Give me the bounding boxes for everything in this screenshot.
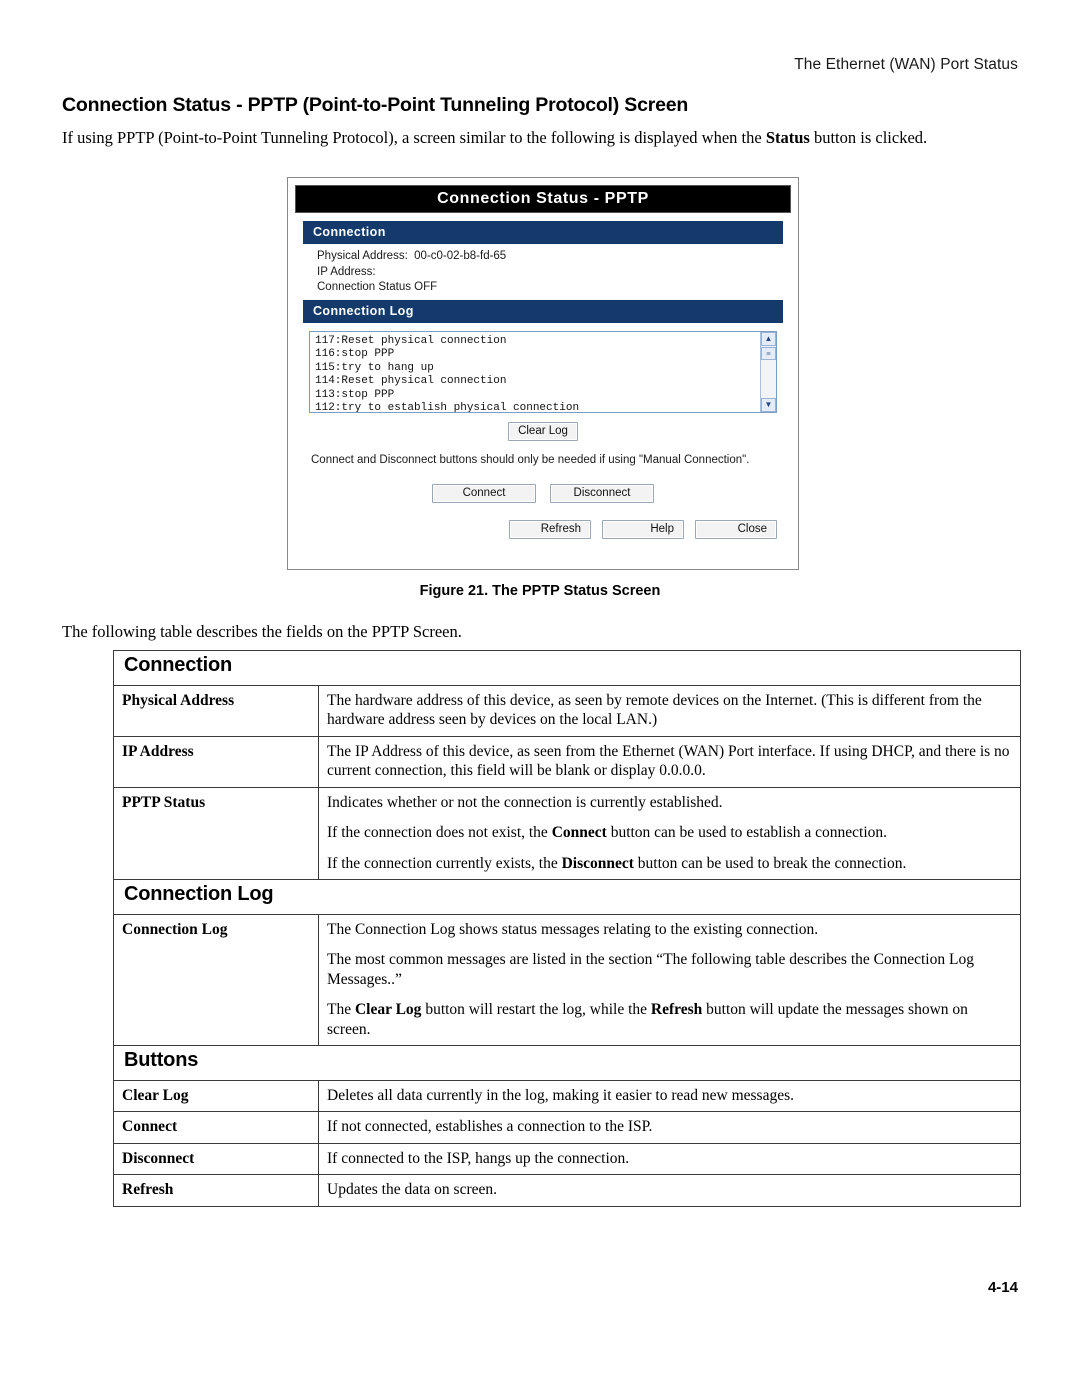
table-row: Disconnect If connected to the ISP, hangs… [113, 1142, 1021, 1175]
table-section-row: Buttons [113, 1045, 1021, 1081]
connect-disconnect-row: Connect Disconnect [295, 483, 791, 503]
field-description-table: Connection Physical Address The hardware a… [113, 650, 1021, 1207]
connection-log-box[interactable]: 117:Reset physical connection 116:stop P… [309, 330, 777, 413]
table-row-description: The Connection Log shows status messages… [318, 913, 1021, 1046]
intro-paragraph: If using PPTP (Point-to-Point Tunneling … [62, 128, 1022, 148]
description-paragraph: Deletes all data currently in the log, m… [327, 1086, 794, 1104]
table-row: Connect If not connected, establishes a c… [113, 1111, 1021, 1144]
table-row-label: PPTP Status [113, 786, 319, 880]
clear-log-button[interactable]: Clear Log [508, 421, 578, 441]
connection-log-text: 117:Reset physical connection 116:stop P… [315, 334, 580, 413]
table-section-row: Connection Log [113, 879, 1021, 915]
table-row-label: Connect [113, 1111, 319, 1144]
intro-bold-term: Status [765, 128, 810, 147]
table-row: Clear Log Deletes all data currently in t… [113, 1079, 1021, 1112]
lead-paragraph: The following table describes the fields… [62, 622, 462, 641]
description-paragraph: If the connection currently exists, the … [327, 854, 907, 872]
chevron-down-icon[interactable]: ▼ [761, 397, 776, 412]
close-button[interactable]: Close [695, 520, 777, 539]
table-row-description: Updates the data on screen. [318, 1174, 1021, 1207]
table-row: Physical Address The hardware address of … [113, 684, 1021, 737]
table-row: IP Address The IP Address of this device,… [113, 735, 1021, 788]
description-paragraph: The most common messages are listed in t… [327, 951, 974, 988]
intro-text-before: If using PPTP (Point-to-Point Tunneling … [62, 128, 766, 147]
table-row-description: The hardware address of this device, as … [318, 684, 1021, 737]
table-row-label: IP Address [113, 735, 319, 788]
log-scrollbar[interactable]: ▲ ≡ ▼ [760, 331, 776, 412]
table-row-description: The IP Address of this device, as seen f… [318, 735, 1021, 788]
page-title: Connection Status - PPTP (Point-to-Point… [62, 94, 689, 116]
page-number: 4-14 [987, 1279, 1018, 1296]
description-paragraph: The Clear Log button will restart the lo… [327, 1001, 968, 1038]
table-row-label: Connection Log [113, 913, 319, 1046]
table-row-description: If connected to the ISP, hangs up the co… [318, 1142, 1021, 1175]
connection-status-value: Connection Status OFF [317, 281, 438, 293]
table-row-label: Clear Log [113, 1079, 319, 1112]
document-page: The Ethernet (WAN) Port Status Connectio… [0, 0, 1080, 1397]
description-paragraph: Indicates whether or not the connection … [327, 793, 723, 811]
dialog-body: Connection Physical Address: 00-c0-02-b8… [295, 221, 791, 562]
connection-log-container: 117:Reset physical connection 116:stop P… [303, 330, 783, 413]
description-paragraph: If connected to the ISP, hangs up the co… [327, 1149, 630, 1167]
help-button[interactable]: Help [602, 520, 684, 539]
connection-log-section-header: Connection Log [303, 299, 783, 323]
figure-caption: Figure 21. The PPTP Status Screen [419, 583, 661, 599]
table-row: PPTP Status Indicates whether or not the … [113, 786, 1021, 880]
description-paragraph: The hardware address of this device, as … [327, 691, 982, 729]
description-paragraph: The IP Address of this device, as seen f… [327, 742, 1010, 780]
description-paragraph: The Connection Log shows status messages… [327, 920, 819, 938]
connect-button[interactable]: Connect [432, 484, 536, 503]
table-row-description: Deletes all data currently in the log, m… [318, 1079, 1021, 1112]
clear-log-row: Clear Log [295, 421, 791, 441]
running-header: The Ethernet (WAN) Port Status [794, 56, 1018, 73]
connection-section-header: Connection [303, 221, 783, 244]
description-paragraph: Updates the data on screen. [327, 1181, 498, 1198]
table-section-title: Connection Log [113, 879, 1021, 915]
dialog-action-row: Refresh Help Close [295, 519, 791, 539]
ip-address-value: IP Address: [317, 265, 376, 278]
scrollbar-thumb[interactable]: ≡ [761, 346, 776, 360]
table-row-label: Refresh [113, 1174, 319, 1207]
figure-pptp-status-screenshot: Connection Status - PPTP Connection Phys… [287, 177, 799, 570]
table-row-label: Disconnect [113, 1142, 319, 1175]
table-section-row: Connection [113, 650, 1021, 686]
description-paragraph: If the connection does not exist, the Co… [327, 824, 888, 841]
connection-section-body: Physical Address: 00-c0-02-b8-fd-65 IP A… [303, 244, 783, 300]
manual-connection-note: Connect and Disconnect buttons should on… [311, 453, 750, 466]
table-row: Refresh Updates the data on screen. [113, 1174, 1021, 1207]
physical-address-value: Physical Address: 00-c0-02-b8-fd-65 [317, 250, 507, 262]
table-row-description: If not connected, establishes a connecti… [318, 1111, 1021, 1144]
table-row: Connection Log The Connection Log shows s… [113, 913, 1021, 1046]
refresh-button[interactable]: Refresh [509, 520, 591, 539]
table-section-title: Buttons [113, 1045, 1021, 1081]
table-body: Connection Physical Address The hardware a… [113, 650, 1021, 1207]
table-row-label: Physical Address [113, 684, 319, 737]
table-section-title: Connection [113, 650, 1021, 686]
intro-text-after: button is clicked. [809, 128, 928, 147]
dialog-title: Connection Status - PPTP [437, 190, 649, 207]
chevron-up-icon[interactable]: ▲ [761, 331, 776, 346]
table-row-description: Indicates whether or not the connection … [318, 786, 1021, 880]
description-paragraph: If not connected, establishes a connecti… [327, 1118, 653, 1135]
dialog-titlebar: Connection Status - PPTP [295, 185, 791, 213]
disconnect-button[interactable]: Disconnect [550, 484, 654, 503]
